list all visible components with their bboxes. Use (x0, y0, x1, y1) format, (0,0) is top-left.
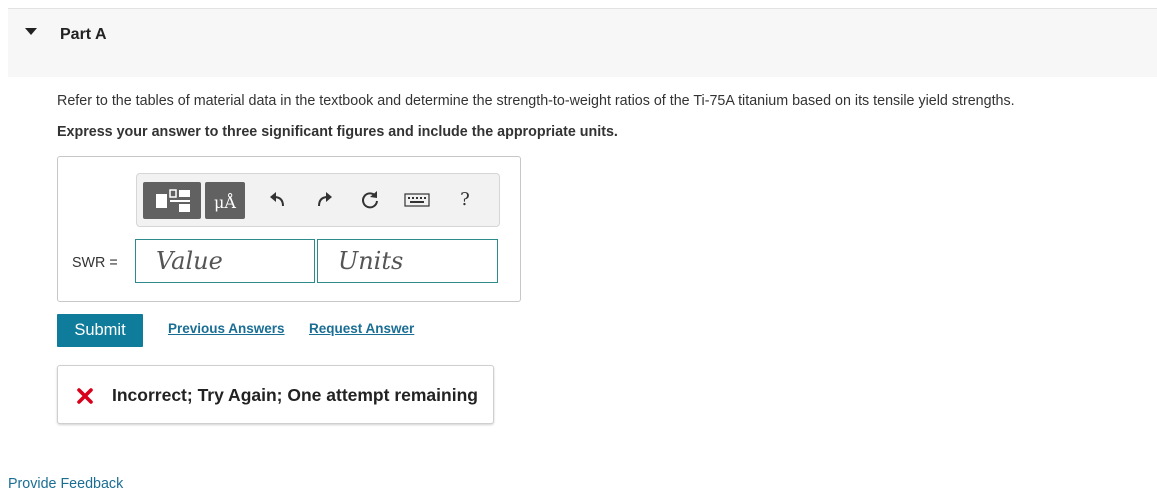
page: Part A Refer to the tables of material d… (0, 0, 1157, 490)
value-input[interactable]: Value (135, 239, 315, 283)
units-button[interactable]: μÅ (205, 182, 245, 219)
math-toolbar: μÅ ? (136, 173, 500, 227)
undo-button[interactable] (264, 186, 292, 214)
reset-icon (362, 191, 378, 209)
request-answer-link[interactable]: Request Answer (309, 321, 414, 336)
feedback-box: Incorrect; Try Again; One attempt remain… (57, 365, 494, 424)
undo-icon (270, 192, 284, 207)
keyboard-icon (404, 193, 430, 207)
help-button[interactable]: ? (453, 186, 477, 214)
question-text: Refer to the tables of material data in … (57, 93, 1015, 109)
units-input[interactable]: Units (317, 239, 498, 283)
question-instruction: Express your answer to three significant… (57, 124, 618, 140)
part-header[interactable]: Part A (8, 9, 1157, 77)
part-title: Part A (60, 26, 107, 43)
keyboard-button[interactable] (403, 186, 431, 214)
redo-button[interactable] (310, 186, 338, 214)
templates-button[interactable] (143, 182, 201, 219)
previous-answers-link[interactable]: Previous Answers (168, 321, 285, 336)
feedback-message: Incorrect; Try Again; One attempt remain… (112, 385, 478, 405)
redo-icon (318, 192, 332, 207)
collapse-caret-icon[interactable] (25, 28, 37, 35)
submit-button[interactable]: Submit (57, 314, 143, 347)
reset-button[interactable] (356, 186, 384, 214)
provide-feedback-link[interactable]: Provide Feedback (8, 476, 123, 490)
incorrect-x-icon (77, 388, 93, 404)
answer-box: μÅ ? SWR = Value Units (57, 156, 521, 302)
answer-label: SWR = (72, 255, 118, 271)
templates-icon (156, 189, 190, 212)
